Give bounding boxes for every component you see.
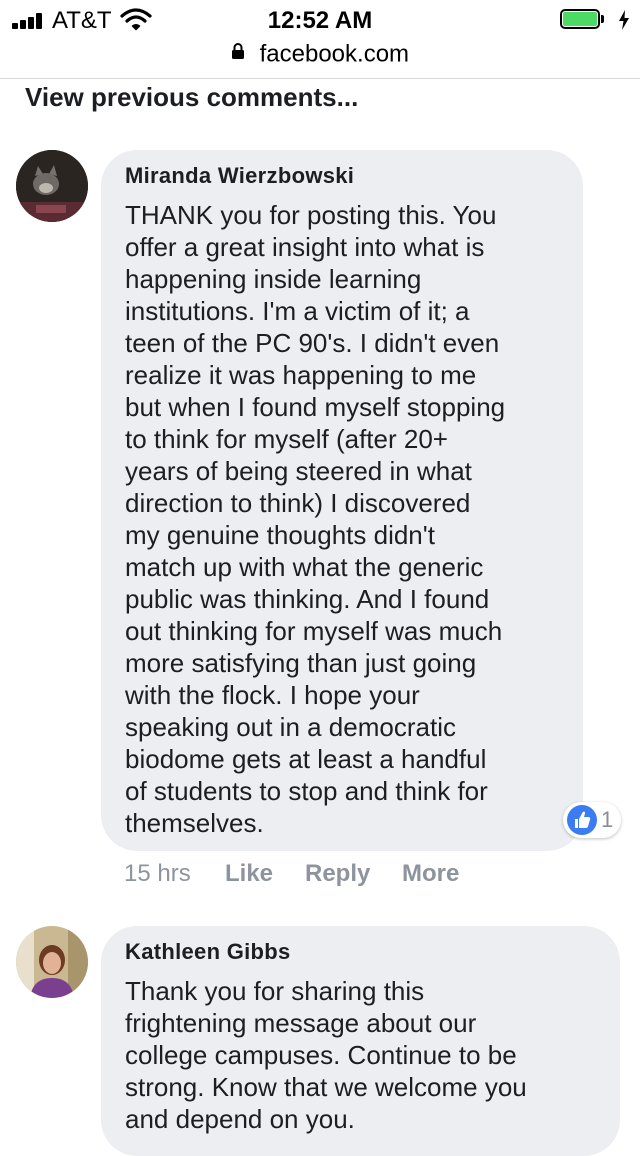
comment-line: speaking out in a democratic bbox=[125, 712, 456, 742]
comment-line: but when I found myself stopping bbox=[125, 392, 506, 422]
comment-line: college campuses. Continue to be bbox=[125, 1040, 517, 1070]
reaction-badge[interactable]: 1 bbox=[563, 802, 621, 838]
comment-line: and depend on you. bbox=[125, 1104, 355, 1134]
comment-line: institutions. I'm a victim of it; a bbox=[125, 296, 470, 326]
like-reaction-icon bbox=[567, 805, 597, 835]
reply-button[interactable]: Reply bbox=[305, 860, 370, 888]
comment-line: strong. Know that we welcome you bbox=[125, 1072, 527, 1102]
comment-author[interactable]: Kathleen Gibbs bbox=[125, 939, 291, 965]
comment-author[interactable]: Miranda Wierzbowski bbox=[125, 163, 354, 189]
reaction-count: 1 bbox=[601, 807, 614, 832]
avatar[interactable] bbox=[16, 926, 88, 998]
comment-line: realize it was happening to me bbox=[125, 360, 477, 390]
comment-line: with the flock. I hope your bbox=[125, 680, 420, 710]
comment-line: teen of the PC 90's. I didn't even bbox=[125, 328, 500, 358]
comment-actions: 15 hrs Like Reply More bbox=[124, 860, 544, 890]
comment-line: THANK you for posting this. You bbox=[125, 200, 497, 230]
comment-line: public was thinking. And I found bbox=[125, 584, 490, 614]
more-button[interactable]: More bbox=[402, 860, 459, 888]
like-button[interactable]: Like bbox=[225, 860, 273, 888]
comment-line: to think for myself (after 20+ bbox=[125, 424, 448, 454]
clock: 12:52 AM bbox=[267, 7, 373, 34]
url-bar[interactable]: facebook.com bbox=[0, 40, 640, 72]
comment-line: frightening message about our bbox=[125, 1008, 477, 1038]
view-previous-comments-link[interactable]: View previous comments... bbox=[25, 82, 358, 113]
comment-body: THANK you for posting this. You offer a … bbox=[125, 199, 505, 839]
comment-line: offer a great insight into what is bbox=[125, 232, 485, 262]
comment-line: more satisfying than just going bbox=[125, 648, 477, 678]
comment-body: Thank you for sharing this frightening m… bbox=[125, 975, 527, 1135]
comment-line: years of being steered in what bbox=[125, 456, 472, 486]
status-bar: AT&T 12:52 AM bbox=[0, 0, 640, 40]
comment-line: biodome gets at least a handful bbox=[125, 744, 487, 774]
comment-line: match up with what the generic bbox=[125, 552, 484, 582]
url-domain: facebook.com bbox=[259, 40, 410, 68]
avatar[interactable] bbox=[16, 150, 88, 222]
charging-bolt-icon bbox=[618, 10, 630, 35]
comment-line: of students to stop and think for bbox=[125, 776, 488, 806]
comment-timestamp[interactable]: 15 hrs bbox=[124, 860, 191, 888]
comment-line: direction to think) I discovered bbox=[125, 488, 471, 518]
lock-icon bbox=[231, 39, 245, 67]
battery-icon bbox=[560, 9, 606, 31]
comment-line: happening inside learning bbox=[125, 264, 422, 294]
comment-line: themselves. bbox=[125, 808, 264, 838]
url-bar-divider bbox=[0, 78, 640, 79]
comment-line: out thinking for myself was much bbox=[125, 616, 503, 646]
comment-line: my genuine thoughts didn't bbox=[125, 520, 435, 550]
comment-line: Thank you for sharing this bbox=[125, 976, 425, 1006]
